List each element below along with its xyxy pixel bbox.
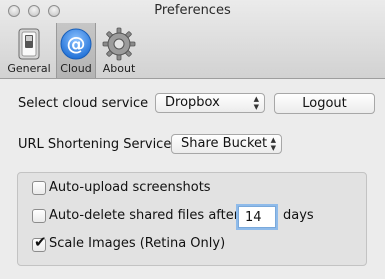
url-shortening-label: URL Shortening Service	[18, 137, 172, 152]
cloud-service-value: Dropbox	[165, 95, 220, 110]
gear-icon	[102, 27, 136, 61]
logout-button[interactable]: Logout	[274, 93, 375, 114]
auto-delete-days-input[interactable]	[238, 206, 276, 228]
window-title: Preferences	[154, 3, 231, 18]
days-label: days	[283, 208, 314, 223]
auto-delete-label[interactable]: Auto-delete shared files after	[49, 208, 239, 223]
tab-cloud[interactable]: @ Cloud	[56, 23, 96, 78]
scale-images-checkbox[interactable]: ✔	[32, 234, 47, 252]
checkmark-icon: ✔	[34, 233, 47, 251]
at-sign-icon: @	[60, 28, 92, 60]
cloud-service-label: Select cloud service	[18, 96, 149, 111]
updown-arrows-icon: ▲ ▼	[253, 95, 259, 111]
tab-general-label: General	[7, 62, 51, 75]
cloud-service-select[interactable]: Dropbox ▲ ▼	[155, 93, 265, 113]
scale-images-label[interactable]: Scale Images (Retina Only)	[49, 236, 225, 251]
url-shortening-value: Share Bucket	[181, 136, 268, 151]
updown-arrows-icon: ▲ ▼	[270, 136, 276, 152]
switch-icon	[18, 28, 40, 60]
tab-about[interactable]: About	[98, 23, 140, 78]
url-shortening-select[interactable]: Share Bucket ▲ ▼	[171, 134, 282, 154]
auto-upload-checkbox[interactable]	[32, 181, 46, 195]
tab-general[interactable]: General	[4, 23, 54, 78]
tab-about-label: About	[102, 62, 136, 75]
svg-text:@: @	[67, 33, 86, 55]
title-bar: Preferences General @ Cloud About	[0, 0, 385, 79]
tab-cloud-label: Cloud	[60, 62, 92, 75]
auto-upload-label[interactable]: Auto-upload screenshots	[49, 180, 211, 195]
preferences-window: Preferences General @ Cloud About Select…	[0, 0, 385, 279]
auto-delete-checkbox[interactable]	[32, 209, 46, 223]
